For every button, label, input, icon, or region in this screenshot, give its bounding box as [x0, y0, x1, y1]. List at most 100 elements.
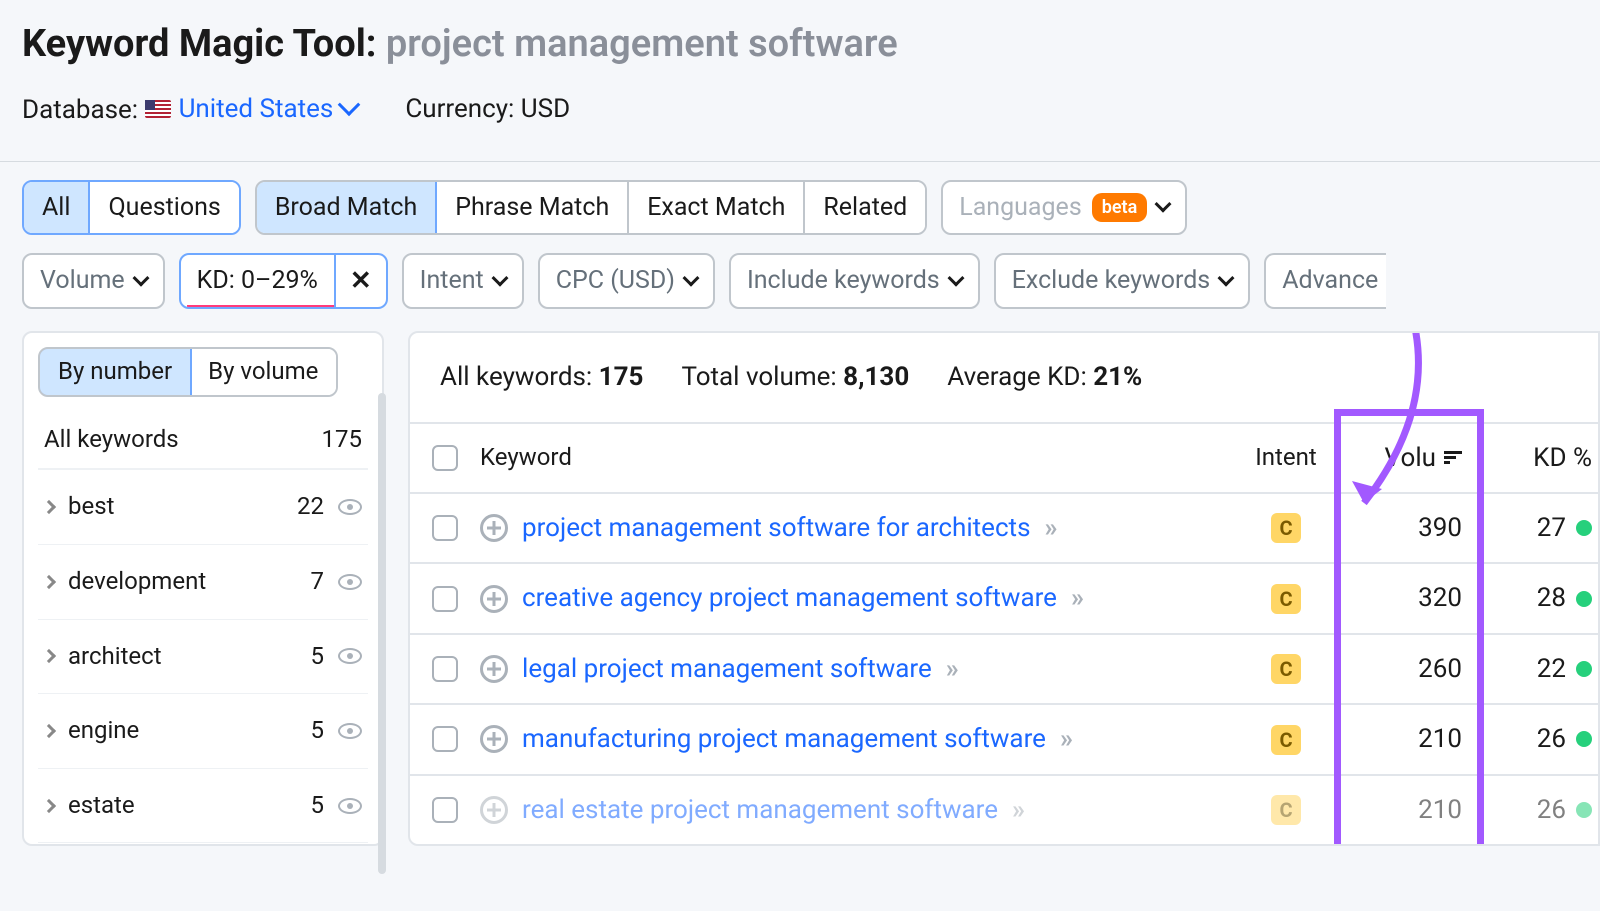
kd-difficulty-dot — [1576, 802, 1592, 818]
intent-filter[interactable]: Intent — [402, 253, 524, 309]
open-keyword-icon[interactable]: » — [1045, 510, 1054, 546]
currency-label: Currency: — [405, 94, 520, 124]
intent-badge: C — [1271, 584, 1301, 614]
table-row: real estate project management software … — [410, 774, 1598, 844]
eye-icon[interactable] — [338, 574, 362, 590]
chevron-down-icon — [682, 270, 699, 287]
include-keywords-filter[interactable]: Include keywords — [729, 253, 980, 309]
kd-value: 27 — [1537, 510, 1566, 546]
chevron-down-icon — [132, 270, 149, 287]
select-all-checkbox[interactable] — [432, 445, 458, 471]
sidebar-group-item[interactable]: estate 5 — [38, 769, 368, 844]
sidebar-sort-toggle: By number By volume — [38, 347, 338, 397]
scope-questions[interactable]: Questions — [90, 182, 238, 233]
volume-cell: 210 — [1328, 721, 1478, 757]
sort-by-number[interactable]: By number — [38, 347, 192, 397]
expand-icon[interactable] — [480, 585, 508, 613]
us-flag-icon — [145, 100, 171, 118]
scope-all[interactable]: All — [24, 182, 90, 233]
keyword-link[interactable]: creative agency project management softw… — [522, 580, 1057, 616]
header-intent[interactable]: Intent — [1244, 441, 1328, 475]
kd-difficulty-dot — [1576, 661, 1592, 677]
exclude-keywords-filter[interactable]: Exclude keywords — [994, 253, 1251, 309]
eye-icon[interactable] — [338, 723, 362, 739]
eye-icon[interactable] — [338, 499, 362, 515]
match-phrase[interactable]: Phrase Match — [437, 182, 629, 233]
row-checkbox[interactable] — [432, 515, 458, 541]
keyword-link[interactable]: legal project management software — [522, 651, 932, 687]
intent-badge: C — [1271, 513, 1301, 543]
table-row: manufacturing project management softwar… — [410, 703, 1598, 773]
beta-badge: beta — [1092, 193, 1148, 222]
expand-icon[interactable] — [480, 796, 508, 824]
expand-icon[interactable] — [480, 514, 508, 542]
keywords-table: Keyword Intent Volu KD % project managem… — [410, 422, 1598, 844]
group-count: 5 — [311, 789, 325, 823]
row-checkbox[interactable] — [432, 656, 458, 682]
volume-cell: 260 — [1328, 651, 1478, 687]
group-count: 7 — [311, 565, 325, 599]
intent-badge: C — [1271, 654, 1301, 684]
kd-difficulty-dot — [1576, 520, 1592, 536]
kd-filter-clear[interactable]: ✕ — [334, 255, 386, 307]
title-prefix: Keyword Magic Tool: — [22, 22, 386, 66]
expand-icon[interactable] — [480, 725, 508, 753]
chevron-right-icon — [42, 724, 56, 738]
cpc-filter[interactable]: CPC (USD) — [538, 253, 715, 309]
open-keyword-icon[interactable]: » — [1060, 721, 1069, 757]
sidebar-group-item[interactable]: development 7 — [38, 545, 368, 620]
header-keyword[interactable]: Keyword — [480, 441, 1244, 475]
match-toggle: Broad Match Phrase Match Exact Match Rel… — [255, 180, 927, 235]
database-value: United States — [179, 91, 334, 127]
kd-value: 28 — [1537, 580, 1566, 616]
volume-filter[interactable]: Volume — [22, 253, 165, 309]
languages-label: Languages — [959, 190, 1082, 225]
keyword-link[interactable]: manufacturing project management softwar… — [522, 721, 1046, 757]
keyword-groups-sidebar: By number By volume All keywords 175 bes… — [22, 331, 384, 846]
match-related[interactable]: Related — [805, 182, 925, 233]
row-checkbox[interactable] — [432, 586, 458, 612]
row-checkbox[interactable] — [432, 726, 458, 752]
expand-icon[interactable] — [480, 655, 508, 683]
kd-difficulty-dot — [1576, 591, 1592, 607]
volume-cell: 210 — [1328, 792, 1478, 828]
table-header-row: Keyword Intent Volu KD % — [410, 422, 1598, 492]
sort-by-volume[interactable]: By volume — [190, 349, 336, 395]
kd-filter-chip[interactable]: KD: 0–29% ✕ — [179, 253, 388, 309]
sidebar-group-item[interactable]: architect 5 — [38, 620, 368, 695]
keyword-link[interactable]: project management software for architec… — [522, 510, 1031, 546]
open-keyword-icon[interactable]: » — [946, 651, 955, 687]
chevron-right-icon — [42, 500, 56, 514]
group-count: 22 — [297, 490, 324, 524]
all-keywords-row[interactable]: All keywords 175 — [38, 411, 368, 471]
eye-icon[interactable] — [338, 798, 362, 814]
match-exact[interactable]: Exact Match — [629, 182, 805, 233]
eye-icon[interactable] — [338, 648, 362, 664]
currency-value: USD — [521, 94, 570, 124]
volume-cell: 320 — [1328, 580, 1478, 616]
open-keyword-icon[interactable]: » — [1071, 580, 1080, 616]
keyword-link[interactable]: real estate project management software — [522, 792, 998, 828]
chevron-down-icon — [1218, 270, 1235, 287]
intent-badge: C — [1271, 725, 1301, 755]
chevron-right-icon — [42, 575, 56, 589]
open-keyword-icon[interactable]: » — [1012, 792, 1021, 828]
sidebar-group-item[interactable]: engine 5 — [38, 694, 368, 769]
group-count: 5 — [311, 640, 325, 674]
group-label: engine — [68, 714, 297, 748]
match-broad[interactable]: Broad Match — [257, 182, 437, 233]
table-row: project management software for architec… — [410, 492, 1598, 562]
row-checkbox[interactable] — [432, 797, 458, 823]
header-volume[interactable]: Volu — [1328, 440, 1478, 476]
header-kd[interactable]: KD % — [1478, 440, 1598, 476]
languages-dropdown[interactable]: Languages beta — [941, 180, 1187, 235]
scope-toggle: All Questions — [22, 180, 241, 235]
sort-desc-icon — [1444, 449, 1462, 466]
database-selector[interactable]: Database: United States — [22, 91, 357, 129]
sidebar-group-item[interactable]: best 22 — [38, 470, 368, 545]
group-label: best — [68, 490, 283, 524]
chevron-right-icon — [42, 649, 56, 663]
intent-badge: C — [1271, 795, 1301, 825]
advanced-filters[interactable]: Advance — [1264, 253, 1386, 309]
kd-value: 26 — [1537, 792, 1566, 828]
